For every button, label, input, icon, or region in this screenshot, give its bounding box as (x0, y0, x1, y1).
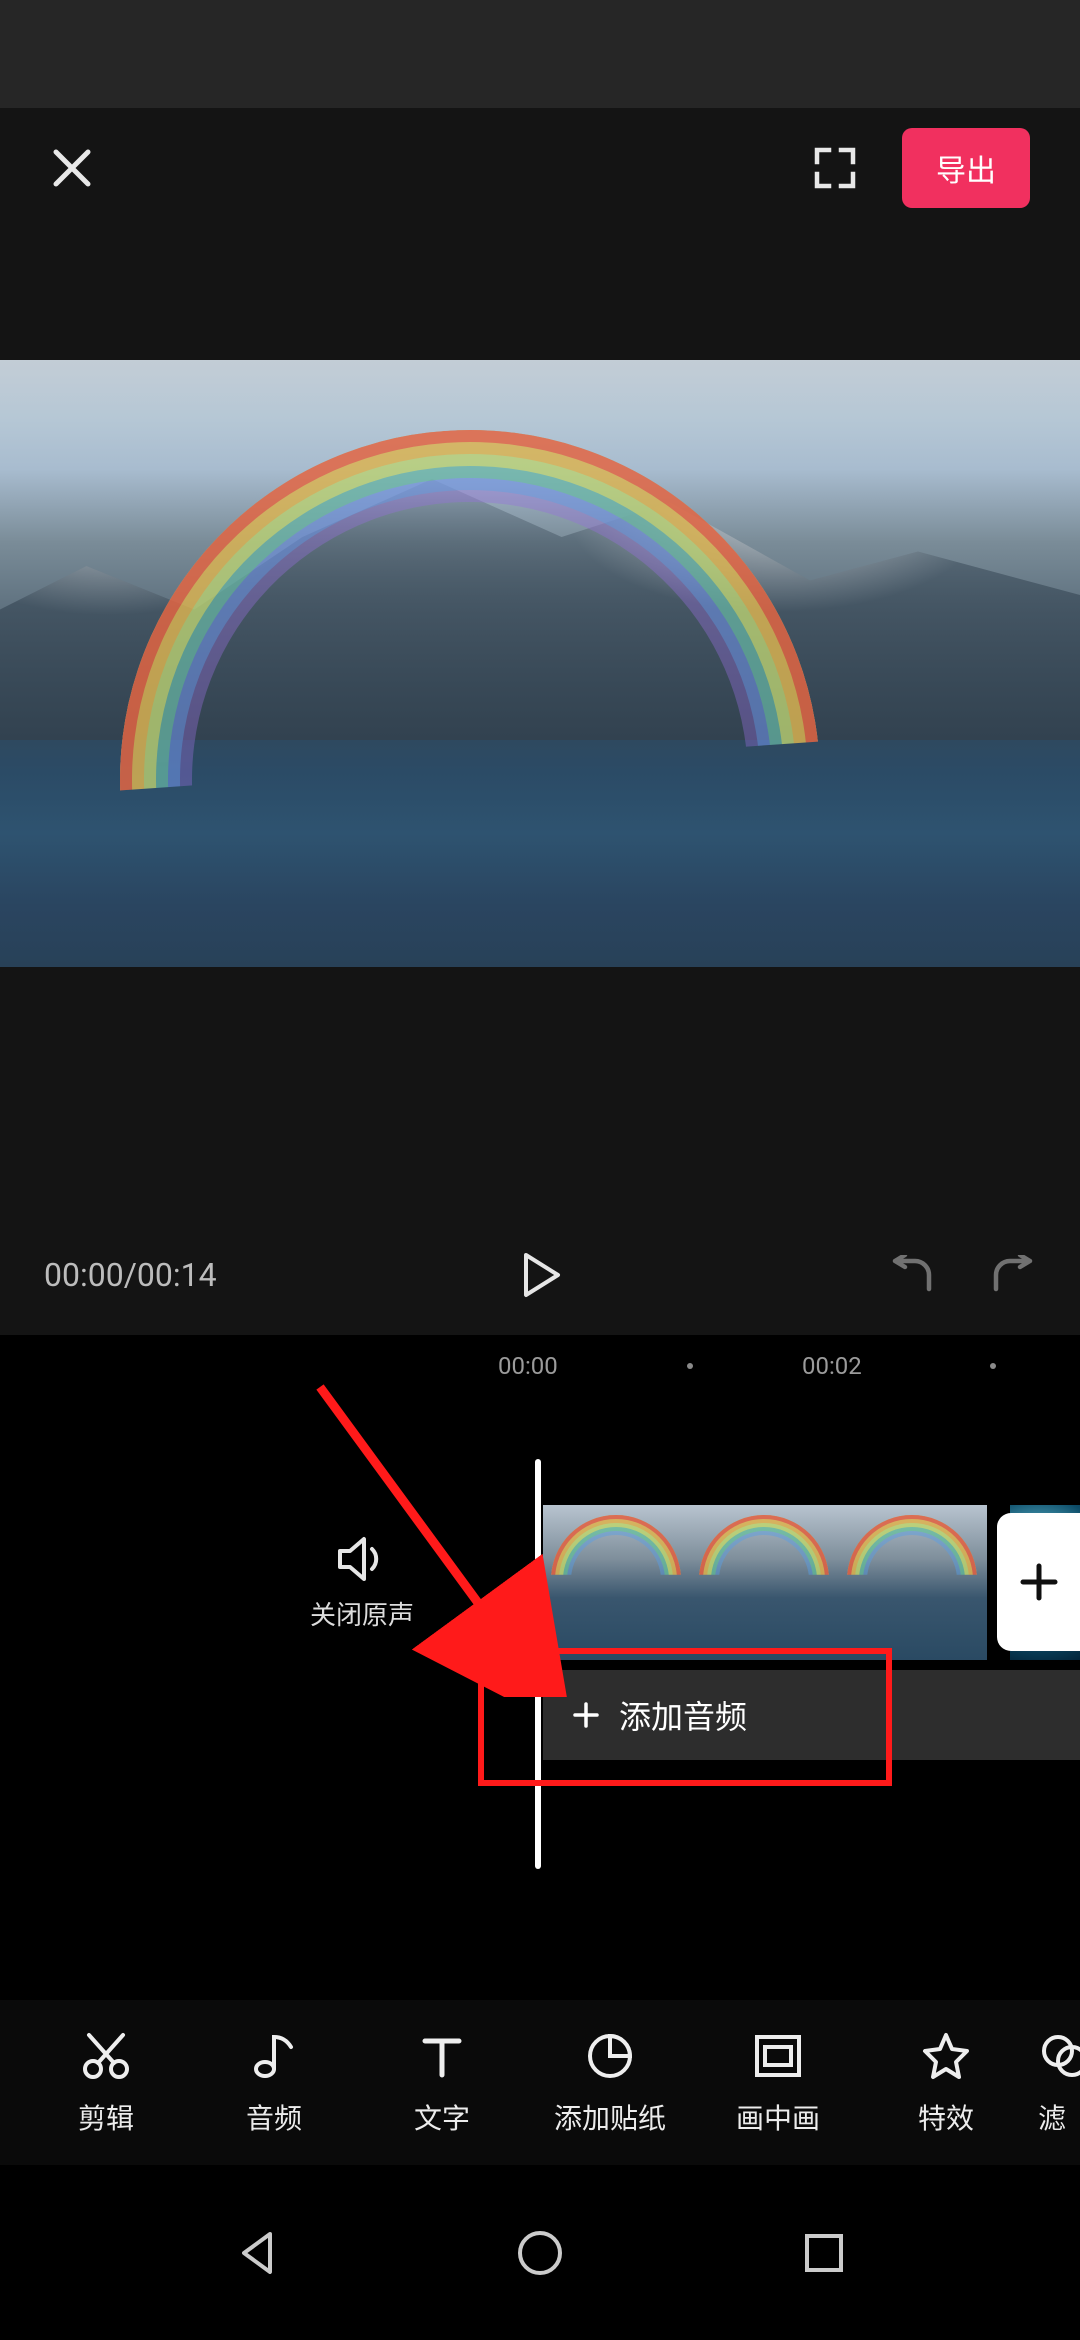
add-audio-button[interactable]: 添加音频 (543, 1670, 1080, 1760)
video-preview[interactable] (0, 360, 1080, 967)
ruler-dot (990, 1363, 996, 1369)
playback-bar: 00:00/00:14 (0, 1215, 1080, 1335)
nav-back-icon[interactable] (230, 2226, 284, 2280)
play-button[interactable] (516, 1251, 564, 1299)
tool-label: 特效 (918, 2097, 974, 2137)
speaker-icon (336, 1535, 388, 1583)
tool-label: 剪辑 (78, 2097, 134, 2137)
tool-filter[interactable]: 滤 (1030, 2029, 1080, 2137)
tool-text[interactable]: 文字 (358, 2029, 526, 2137)
fullscreen-icon[interactable] (813, 146, 857, 190)
music-note-icon (247, 2029, 301, 2083)
track-area: 关闭原声 添加音频 (0, 1397, 1080, 2025)
mute-original-audio[interactable]: 关闭原声 (310, 1535, 414, 1632)
plus-icon (571, 1700, 601, 1730)
add-clip-button[interactable] (997, 1513, 1080, 1651)
playhead[interactable] (535, 1459, 541, 1869)
tool-label: 文字 (414, 2097, 470, 2137)
tool-label: 音频 (246, 2097, 302, 2137)
ruler-dot (687, 1363, 693, 1369)
text-icon (415, 2029, 469, 2083)
bottom-toolbar: 剪辑 音频 文字 添加贴纸 画中画 特效 滤 (0, 2000, 1080, 2165)
video-clip-thumb[interactable] (839, 1505, 987, 1660)
tool-pip[interactable]: 画中画 (694, 2029, 862, 2137)
tool-cut[interactable]: 剪辑 (22, 2029, 190, 2137)
preview-content (96, 406, 843, 967)
system-nav-bar (0, 2165, 1080, 2340)
status-bar (0, 0, 1080, 108)
add-audio-label: 添加音频 (619, 1692, 747, 1738)
preview-spacer-bottom (0, 967, 1080, 1215)
timeline-ruler: 00:00 00:02 (0, 1335, 1080, 1397)
playback-time: 00:00/00:14 (44, 1256, 217, 1294)
ruler-mark: 00:02 (802, 1352, 862, 1380)
tool-sticker[interactable]: 添加贴纸 (526, 2029, 694, 2137)
redo-icon[interactable] (990, 1255, 1036, 1295)
video-clip-thumb[interactable] (543, 1505, 691, 1660)
sticker-icon (583, 2029, 637, 2083)
nav-recent-icon[interactable] (797, 2226, 851, 2280)
timeline[interactable]: 00:00 00:02 关闭原声 添加音频 (0, 1335, 1080, 2025)
filter-icon (1038, 2029, 1080, 2083)
scissors-icon (79, 2029, 133, 2083)
ruler-mark: 00:00 (498, 1352, 558, 1380)
pip-icon (751, 2029, 805, 2083)
star-icon (919, 2029, 973, 2083)
undo-icon[interactable] (889, 1255, 935, 1295)
tool-effect[interactable]: 特效 (862, 2029, 1030, 2137)
nav-home-icon[interactable] (513, 2226, 567, 2280)
tool-label: 添加贴纸 (554, 2097, 666, 2137)
video-clip-thumb[interactable] (691, 1505, 839, 1660)
close-icon[interactable] (50, 146, 94, 190)
preview-spacer-top (0, 228, 1080, 360)
tool-label: 滤 (1038, 2097, 1066, 2137)
video-clips-row[interactable] (543, 1505, 987, 1660)
tool-label: 画中画 (736, 2097, 820, 2137)
export-button[interactable]: 导出 (902, 128, 1030, 208)
top-bar: 导出 (0, 108, 1080, 228)
top-bar-right: 导出 (813, 128, 1030, 208)
mute-label: 关闭原声 (310, 1595, 414, 1632)
tool-audio[interactable]: 音频 (190, 2029, 358, 2137)
